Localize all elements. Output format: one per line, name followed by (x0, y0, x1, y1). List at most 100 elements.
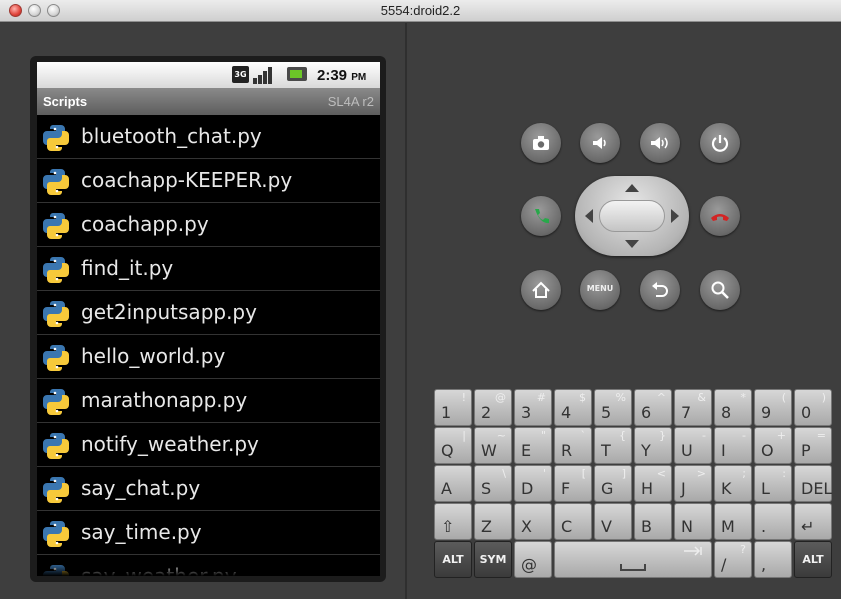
dpad-left-icon[interactable] (585, 209, 593, 223)
key-label: 9 (761, 403, 772, 422)
script-name: say_chat.py (81, 476, 201, 500)
script-list-item[interactable]: coachapp.py (37, 203, 380, 247)
key-label: L (761, 479, 770, 498)
dpad-down-icon[interactable] (625, 240, 639, 248)
key-alt-label: * (740, 391, 747, 404)
key-row3-1[interactable]: \ S (474, 465, 512, 502)
script-list-item[interactable]: get2inputsapp.py (37, 291, 380, 335)
comma-key[interactable]: , (754, 541, 792, 578)
key-row2-0[interactable]: | Q (434, 427, 472, 464)
key-row1-6[interactable]: & 7 (674, 389, 712, 426)
app-version: SL4A r2 (327, 94, 374, 109)
python-icon (43, 257, 69, 283)
python-icon (43, 169, 69, 195)
key-alt-label: ? (740, 543, 746, 556)
key-alt-label: : (782, 467, 786, 480)
key-row4-7[interactable]: M (714, 503, 752, 540)
key-label: Y (641, 441, 651, 460)
key-alt-label: + (776, 429, 786, 442)
key-row2-9[interactable]: = P (794, 427, 832, 464)
alt-right-key[interactable]: ALT (794, 541, 832, 578)
menu-button[interactable]: MENU (580, 270, 620, 310)
key-row1-7[interactable]: * 8 (714, 389, 752, 426)
key-row1-5[interactable]: ^ 6 (634, 389, 672, 426)
key-row3-7[interactable]: ; K (714, 465, 752, 502)
sym-key[interactable]: SYM (474, 541, 512, 578)
key-row1-9[interactable]: ) 0 (794, 389, 832, 426)
dpad-right-icon[interactable] (671, 209, 679, 223)
key-row4-2[interactable]: X (514, 503, 552, 540)
key-row2-6[interactable]: -U (674, 427, 712, 464)
script-name: get2inputsapp.py (81, 300, 257, 324)
key-label: DEL (801, 479, 833, 498)
key-row1-8[interactable]: (9 (754, 389, 792, 426)
space-icon (620, 564, 646, 571)
key-row2-8[interactable]: + O (754, 427, 792, 464)
key-row4-9[interactable]: ↵ (794, 503, 832, 540)
call-button[interactable] (521, 196, 561, 236)
python-icon (43, 301, 69, 327)
script-list-item[interactable]: coachapp-KEEPER.py (37, 159, 380, 203)
key-row3-4[interactable]: ] G (594, 465, 632, 502)
volume-up-button[interactable] (640, 123, 680, 163)
key-row1-2[interactable]: #3 (514, 389, 552, 426)
key-row3-8[interactable]: :L (754, 465, 792, 502)
script-list-item[interactable]: say_time.py (37, 511, 380, 555)
alt-left-key[interactable]: ALT (434, 541, 472, 578)
key-label: 3 (521, 403, 532, 422)
volume-down-button[interactable] (580, 123, 620, 163)
at-key[interactable]: @ (514, 541, 552, 578)
python-icon (43, 433, 69, 459)
dpad[interactable] (575, 176, 689, 256)
key-row1-4[interactable]: % 5 (594, 389, 632, 426)
key-row3-6[interactable]: > J (674, 465, 712, 502)
key-row4-3[interactable]: C (554, 503, 592, 540)
home-button[interactable] (521, 270, 561, 310)
key-row1-3[interactable]: $4 (554, 389, 592, 426)
key-row4-0[interactable]: ⇧ (434, 503, 472, 540)
key-row2-2[interactable]: " E (514, 427, 552, 464)
key-row4-4[interactable]: V (594, 503, 632, 540)
slash-key[interactable]: ? / (714, 541, 752, 578)
script-list-item[interactable]: find_it.py (37, 247, 380, 291)
script-list-item[interactable]: marathonapp.py (37, 379, 380, 423)
script-list-item[interactable]: say_chat.py (37, 467, 380, 511)
key-row2-7[interactable]: -I (714, 427, 752, 464)
end-call-button[interactable] (700, 196, 740, 236)
key-row4-6[interactable]: N (674, 503, 712, 540)
key-row3-0[interactable]: A (434, 465, 472, 502)
key-alt-label: ! (461, 391, 466, 404)
key-label: I (721, 441, 726, 460)
key-row1-1[interactable]: @2 (474, 389, 512, 426)
key-row3-2[interactable]: ' D (514, 465, 552, 502)
key-row4-8[interactable]: . (754, 503, 792, 540)
key-row4-5[interactable]: B (634, 503, 672, 540)
key-row3-5[interactable]: < H (634, 465, 672, 502)
app-title-bar: Scripts SL4A r2 (37, 88, 380, 115)
key-row3-3[interactable]: [F (554, 465, 592, 502)
key-row3-9[interactable]: DEL (794, 465, 832, 502)
key-row4-1[interactable]: Z (474, 503, 512, 540)
back-button[interactable] (640, 270, 680, 310)
key-row2-3[interactable]: ` R (554, 427, 592, 464)
script-list-item[interactable]: hello_world.py (37, 335, 380, 379)
key-label: N (681, 517, 693, 536)
tab-arrow-icon (684, 546, 702, 556)
script-name: coachapp-KEEPER.py (81, 168, 293, 192)
script-list-item[interactable]: notify_weather.py (37, 423, 380, 467)
search-button[interactable] (700, 270, 740, 310)
dpad-center-button[interactable] (599, 200, 665, 232)
space-bar[interactable] (554, 541, 712, 578)
key-row2-5[interactable]: } Y (634, 427, 672, 464)
camera-button[interactable] (521, 123, 561, 163)
power-button[interactable] (700, 123, 740, 163)
key-row1-0[interactable]: ! 1 (434, 389, 472, 426)
dpad-up-icon[interactable] (625, 184, 639, 192)
key-row2-1[interactable]: ~ W (474, 427, 512, 464)
key-row2-4[interactable]: {T (594, 427, 632, 464)
script-list-item[interactable]: bluetooth_chat.py (37, 115, 380, 159)
key-alt-label: ; (742, 467, 746, 480)
key-label: / (721, 555, 727, 574)
script-name: find_it.py (81, 256, 174, 280)
key-label: A (441, 479, 452, 498)
